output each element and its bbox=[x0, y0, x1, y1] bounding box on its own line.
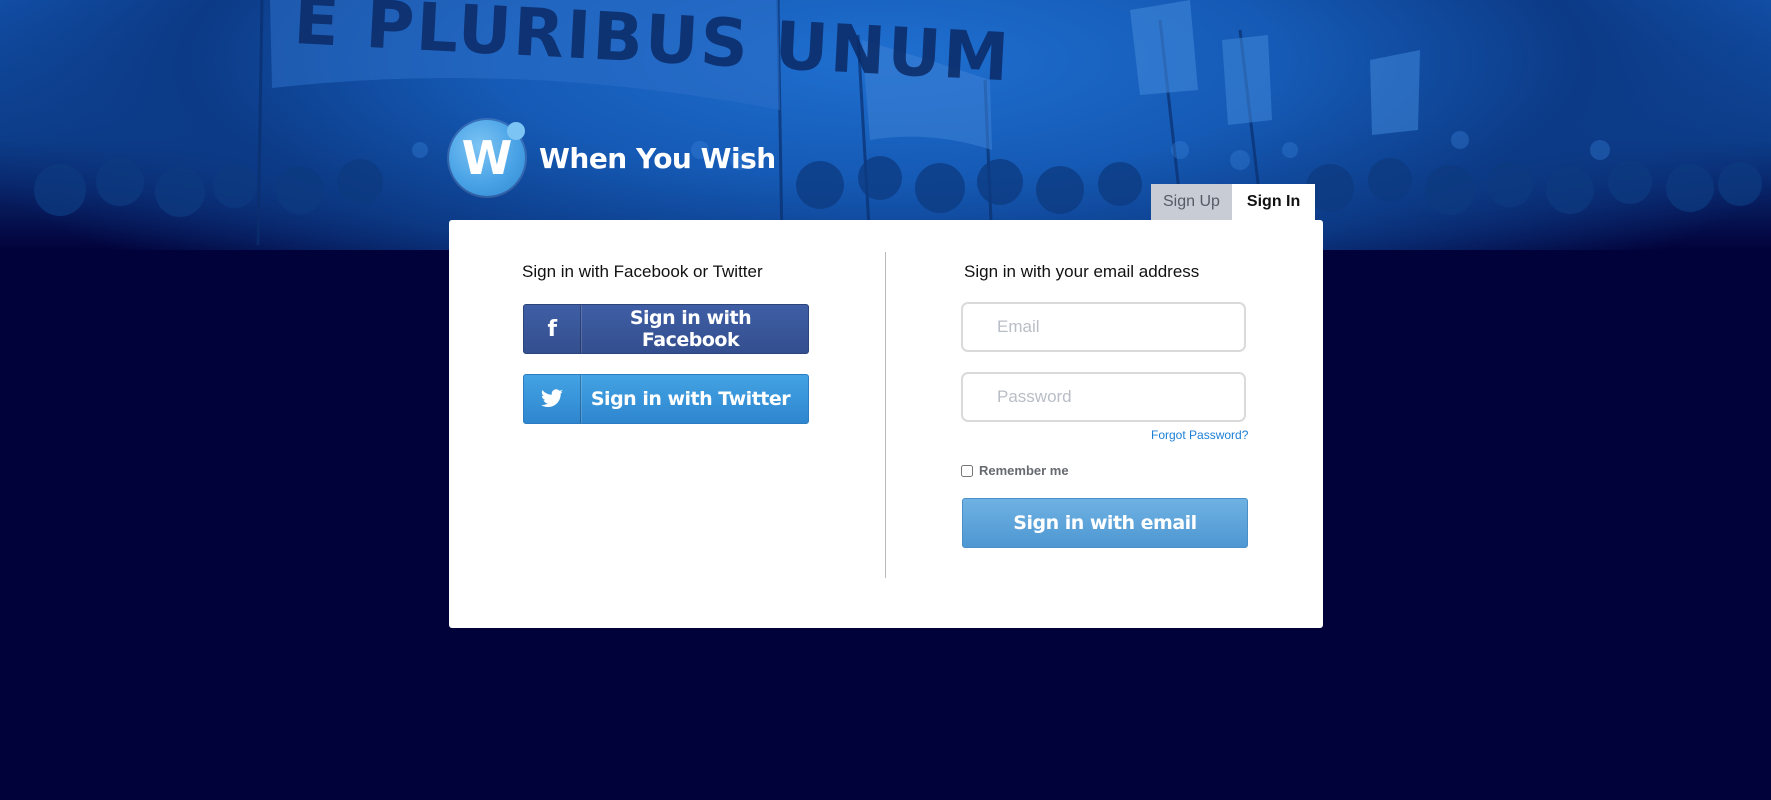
facebook-button-label: Sign in with Facebook bbox=[629, 307, 752, 351]
email-sign-in-title: Sign in with your email address bbox=[964, 262, 1200, 281]
password-field[interactable] bbox=[961, 372, 1246, 422]
facebook-glyph: f bbox=[547, 316, 557, 342]
remember-me-checkbox[interactable] bbox=[961, 464, 973, 477]
logo[interactable]: W When You Wish bbox=[449, 120, 776, 196]
facebook-sign-in-button[interactable]: f Sign in with Facebook bbox=[523, 304, 809, 354]
remember-me-label: Remember me bbox=[979, 463, 1069, 478]
logo-w-icon: W bbox=[449, 120, 525, 196]
hero-background: E PLURIBUS UNUM bbox=[0, 0, 1771, 250]
brand-name: When You Wish bbox=[539, 141, 776, 175]
page: E PLURIBUS UNUM W When You Wish Sign Up … bbox=[0, 0, 1771, 800]
remember-me[interactable]: Remember me bbox=[961, 463, 1069, 478]
sign-in-card: Sign in with Facebook or Twitter f Sign … bbox=[449, 220, 1323, 628]
email-sign-in-button[interactable]: Sign in with email bbox=[962, 498, 1248, 548]
email-field[interactable] bbox=[961, 302, 1246, 352]
tab-sign-in[interactable]: Sign In bbox=[1231, 184, 1316, 220]
twitter-sign-in-button[interactable]: Sign in with Twitter bbox=[523, 374, 809, 424]
twitter-button-label: Sign in with Twitter bbox=[590, 388, 791, 410]
forgot-password-link[interactable]: Forgot Password? bbox=[1151, 428, 1248, 442]
social-sign-in-title: Sign in with Facebook or Twitter bbox=[522, 262, 763, 281]
tab-sign-up[interactable]: Sign Up bbox=[1151, 184, 1232, 220]
column-divider bbox=[885, 252, 886, 578]
twitter-bird-icon bbox=[524, 375, 581, 423]
facebook-icon: f bbox=[524, 305, 581, 353]
auth-tabs: Sign Up Sign In bbox=[1151, 184, 1316, 220]
